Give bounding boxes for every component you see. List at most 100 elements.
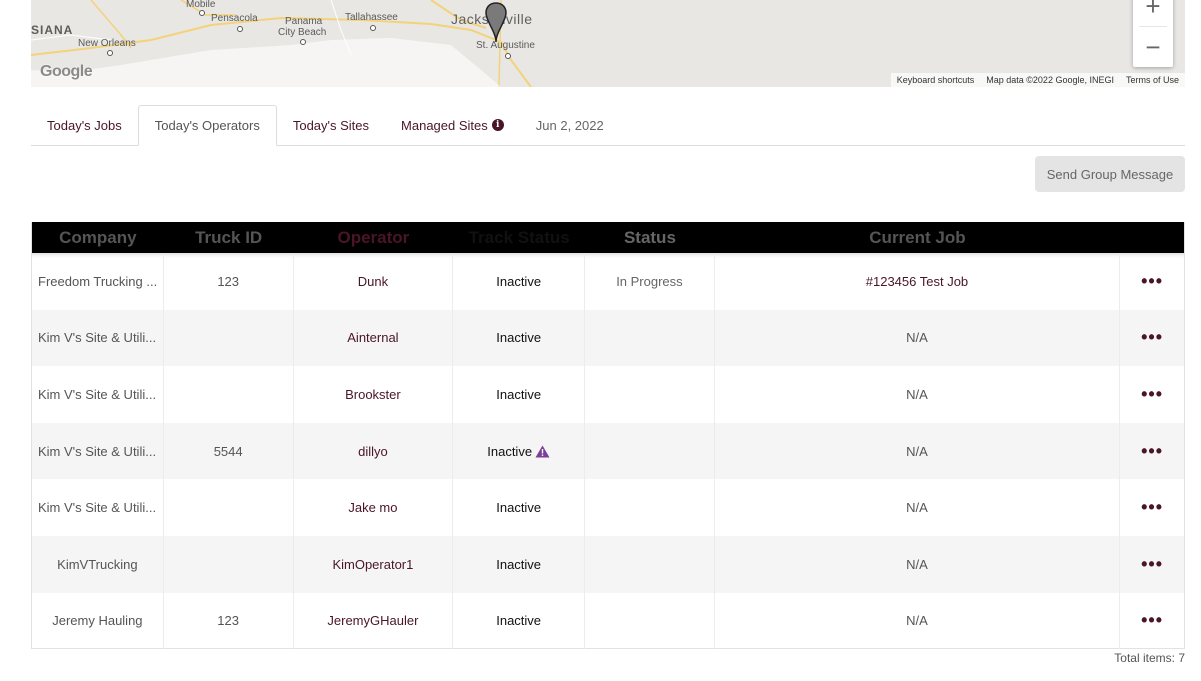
header-truck-id[interactable]: Truck ID (164, 228, 294, 248)
cell-company: KimVTrucking (32, 535, 164, 593)
header-status[interactable]: Status (585, 228, 715, 248)
header-operator[interactable]: Operator (294, 228, 454, 248)
cell-current-job: N/A (715, 422, 1121, 480)
map-label-pensacola: Pensacola (211, 13, 258, 24)
cell-company: Freedom Trucking ... (32, 253, 164, 310)
map-city-dot (505, 53, 511, 59)
map-marker-icon[interactable] (485, 2, 507, 49)
more-actions-button[interactable]: ••• (1120, 423, 1184, 480)
cell-current-job: N/A (715, 309, 1121, 367)
cell-operator-link[interactable]: Dunk (294, 253, 454, 310)
cell-company: Jeremy Hauling (32, 592, 164, 650)
tab-label: Managed Sites (401, 117, 488, 133)
tab-todays-jobs[interactable]: Today's Jobs (31, 105, 138, 145)
more-actions-button[interactable]: ••• (1120, 366, 1184, 423)
zoom-in-button[interactable]: + (1133, 0, 1173, 26)
warning-icon[interactable] (535, 445, 550, 458)
cell-status: In Progress (585, 253, 715, 310)
cell-current-job: N/A (715, 479, 1121, 536)
cell-current-job: N/A (715, 535, 1121, 593)
map-label-city-beach: City Beach (278, 27, 327, 38)
cell-status (585, 592, 715, 650)
cell-track-status: Inactive (453, 366, 586, 423)
more-actions-button[interactable]: ••• (1120, 310, 1184, 367)
cell-truck-id (164, 366, 294, 423)
cell-current-job-link[interactable]: #123456 Test Job (715, 253, 1121, 310)
tab-label: Today's Sites (292, 117, 370, 133)
cell-company: Kim V's Site & Utili... (32, 366, 164, 423)
cell-operator-link[interactable]: KimOperator1 (294, 535, 454, 593)
table-row[interactable]: Kim V's Site & Utili... Brookster Inacti… (32, 366, 1184, 423)
map-city-dot (237, 26, 243, 32)
cell-status (585, 535, 715, 593)
map-label-new-orleans: New Orleans (78, 38, 136, 49)
cell-track-status: Inactive (453, 535, 586, 593)
table-row[interactable]: Kim V's Site & Utili... Jake mo Inactive… (32, 479, 1184, 536)
cell-company: Kim V's Site & Utili... (32, 479, 164, 536)
more-actions-button[interactable]: ••• (1120, 593, 1184, 650)
table-row[interactable]: Kim V's Site & Utili... Ainternal Inacti… (32, 309, 1184, 367)
google-logo: Google (40, 63, 93, 80)
keyboard-shortcuts-link[interactable]: Keyboard shortcuts (897, 75, 975, 85)
header-track-status[interactable]: Track Status (453, 228, 585, 248)
cell-track-status: Inactive (453, 309, 586, 367)
tab-todays-operators[interactable]: Today's Operators (137, 105, 277, 146)
map-city-dot (199, 10, 205, 16)
tab-label: Today's Operators (154, 118, 260, 133)
tab-bar: Today's Jobs Today's Operators Today's S… (31, 105, 1185, 146)
cell-company: Kim V's Site & Utili... (32, 309, 164, 367)
tab-date[interactable]: Jun 2, 2022 (520, 105, 620, 145)
tab-label: Jun 2, 2022 (535, 117, 604, 133)
cell-truck-id: 123 (164, 592, 294, 650)
more-actions-button[interactable]: ••• (1120, 536, 1184, 593)
more-actions-button[interactable]: ••• (1120, 479, 1184, 536)
cell-operator-link[interactable]: dillyo (294, 422, 454, 480)
cell-operator-link[interactable]: Brookster (294, 366, 454, 423)
cell-company: Kim V's Site & Utili... (32, 422, 164, 480)
cell-current-job: N/A (715, 366, 1121, 423)
map-label-tallahassee: Tallahassee (345, 12, 398, 23)
cell-track-status: Inactive (453, 592, 586, 650)
cell-track-status: Inactive (453, 422, 586, 480)
tab-todays-sites[interactable]: Today's Sites (277, 105, 385, 145)
map-city-dot (300, 39, 306, 45)
zoom-out-button[interactable]: − (1133, 27, 1173, 67)
table-row[interactable]: KimVTrucking KimOperator1 Inactive N/A •… (32, 535, 1184, 593)
cell-status (585, 309, 715, 367)
table-header: Company Truck ID Operator Track Status S… (32, 222, 1184, 253)
cell-status (585, 479, 715, 536)
cell-status (585, 422, 715, 480)
cell-operator-link[interactable]: Jake mo (294, 479, 454, 536)
table-row[interactable]: Freedom Trucking ... 123 Dunk Inactive I… (32, 253, 1184, 310)
cell-truck-id (164, 309, 294, 367)
map[interactable]: Mobile Pensacola Panama City Beach Talla… (31, 0, 1185, 87)
cell-operator-link[interactable]: JeremyGHauler (294, 592, 454, 650)
header-current-job[interactable]: Current Job (715, 228, 1120, 248)
operators-table: Company Truck ID Operator Track Status S… (31, 222, 1185, 650)
track-status-text: Inactive (487, 443, 533, 459)
cell-truck-id: 123 (164, 253, 294, 310)
cell-track-status: Inactive (453, 253, 586, 310)
map-city-dot (107, 50, 113, 56)
cell-operator-link[interactable]: Ainternal (294, 309, 454, 367)
table-row[interactable]: Jeremy Hauling 123 JeremyGHauler Inactiv… (32, 592, 1184, 650)
map-label-panama: Panama (285, 16, 323, 27)
cell-track-status: Inactive (453, 479, 586, 536)
map-data-text: Map data ©2022 Google, INEGI (986, 75, 1114, 85)
map-attribution: Keyboard shortcuts Map data ©2022 Google… (890, 73, 1185, 87)
total-items: Total items: 7 (1114, 651, 1185, 665)
tab-label: Today's Jobs (47, 117, 122, 133)
tab-managed-sites[interactable]: Managed Sites i (385, 105, 520, 145)
terms-link[interactable]: Terms of Use (1126, 75, 1179, 85)
cell-truck-id (164, 535, 294, 593)
more-actions-button[interactable]: ••• (1120, 253, 1184, 310)
cell-status (585, 366, 715, 423)
cell-truck-id (164, 479, 294, 536)
map-label-state: SIANA (31, 23, 74, 37)
header-company[interactable]: Company (32, 228, 164, 248)
table-row[interactable]: Kim V's Site & Utili... 5544 dillyo Inac… (32, 422, 1184, 480)
info-icon[interactable]: i (491, 119, 504, 131)
send-group-message-button[interactable]: Send Group Message (1035, 156, 1185, 192)
map-city-dot (370, 25, 376, 31)
cell-truck-id: 5544 (164, 422, 294, 480)
